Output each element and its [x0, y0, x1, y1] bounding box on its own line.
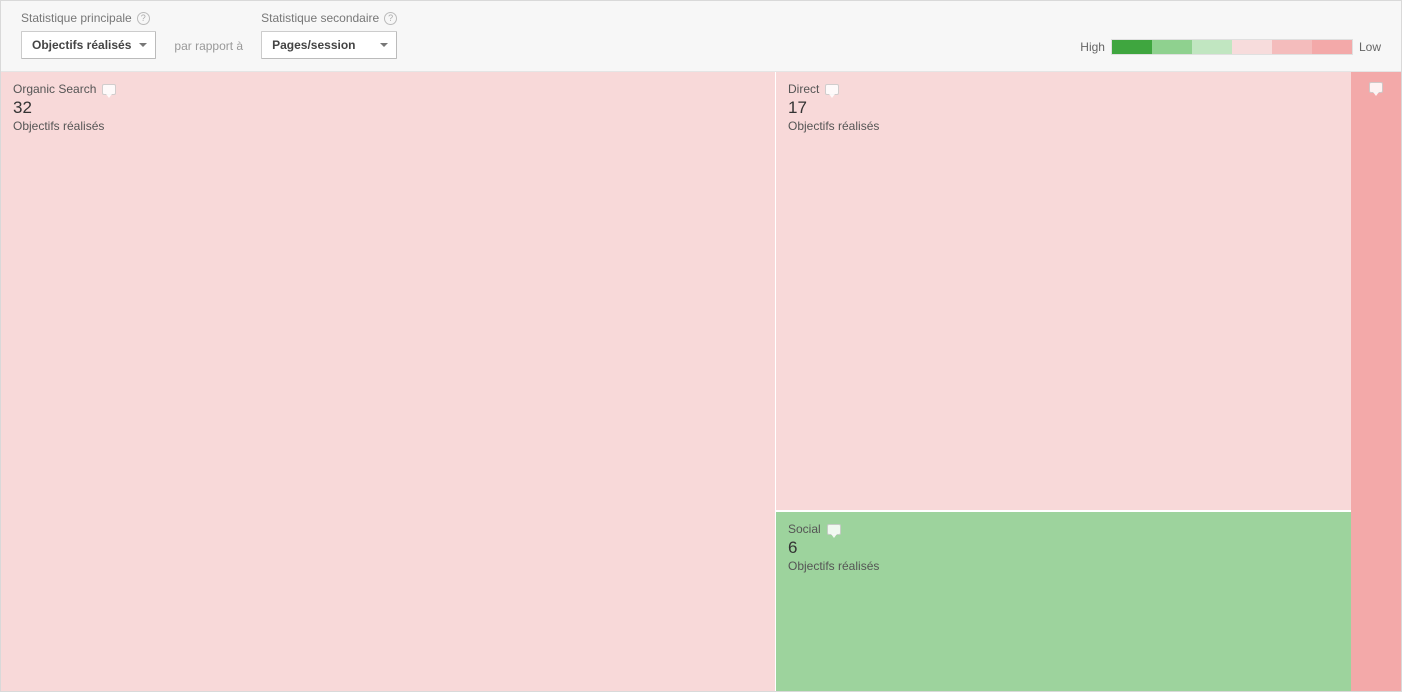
- legend-swatch: [1112, 40, 1152, 54]
- secondary-stat-label: Statistique secondaire: [261, 11, 379, 25]
- cell-title: Organic Search: [13, 82, 96, 96]
- caret-down-icon: [139, 43, 147, 47]
- comment-icon[interactable]: [827, 524, 841, 535]
- legend-swatch: [1272, 40, 1312, 54]
- treemap-cell-social[interactable]: Social 6 Objectifs réalisés: [776, 512, 1351, 691]
- treemap: Organic Search 32 Objectifs réalisés Dir…: [1, 72, 1401, 691]
- treemap-col-left: Organic Search 32 Objectifs réalisés: [1, 72, 776, 691]
- comment-icon[interactable]: [825, 84, 839, 95]
- secondary-stat-group: Statistique secondaire ? Pages/session: [261, 11, 397, 59]
- cell-title-row: Direct: [788, 82, 1339, 96]
- primary-stat-group: Statistique principale ? Objectifs réali…: [21, 11, 156, 59]
- comment-icon[interactable]: [1369, 82, 1383, 93]
- secondary-stat-value: Pages/session: [272, 38, 355, 52]
- help-icon[interactable]: ?: [137, 12, 150, 25]
- compare-label: par rapport à: [174, 39, 243, 59]
- primary-stat-label: Statistique principale: [21, 11, 132, 25]
- legend-swatch: [1312, 40, 1352, 54]
- primary-stat-dropdown[interactable]: Objectifs réalisés: [21, 31, 156, 59]
- cell-value: 17: [788, 98, 1339, 118]
- cell-sub: Objectifs réalisés: [788, 119, 1339, 133]
- secondary-stat-title-row: Statistique secondaire ?: [261, 11, 397, 25]
- help-icon[interactable]: ?: [384, 12, 397, 25]
- color-legend: High Low: [1080, 39, 1381, 59]
- treemap-cell-other[interactable]: [1351, 72, 1401, 691]
- treemap-row-bottom: Social 6 Objectifs réalisés: [776, 512, 1351, 691]
- legend-swatch: [1192, 40, 1232, 54]
- legend-low-label: Low: [1359, 40, 1381, 54]
- cell-value: 32: [13, 98, 763, 118]
- primary-stat-value: Objectifs réalisés: [32, 38, 131, 52]
- cell-title: Social: [788, 522, 821, 536]
- treemap-cell-organic[interactable]: Organic Search 32 Objectifs réalisés: [1, 72, 775, 691]
- treemap-row-top: Direct 17 Objectifs réalisés: [776, 72, 1351, 512]
- cell-sub: Objectifs réalisés: [13, 119, 763, 133]
- caret-down-icon: [380, 43, 388, 47]
- primary-stat-title-row: Statistique principale ?: [21, 11, 156, 25]
- legend-high-label: High: [1080, 40, 1105, 54]
- legend-swatch: [1152, 40, 1192, 54]
- treemap-col-right: Direct 17 Objectifs réalisés Social 6 Ob…: [776, 72, 1351, 691]
- report-frame: Statistique principale ? Objectifs réali…: [0, 0, 1402, 692]
- cell-title: Direct: [788, 82, 819, 96]
- treemap-cell-direct[interactable]: Direct 17 Objectifs réalisés: [776, 72, 1351, 510]
- cell-title-row: Organic Search: [13, 82, 763, 96]
- legend-swatches: [1111, 39, 1353, 55]
- cell-title-row: Social: [788, 522, 1339, 536]
- legend-swatch: [1232, 40, 1272, 54]
- cell-sub: Objectifs réalisés: [788, 559, 1339, 573]
- cell-value: 6: [788, 538, 1339, 558]
- secondary-stat-dropdown[interactable]: Pages/session: [261, 31, 397, 59]
- comment-icon[interactable]: [102, 84, 116, 95]
- toolbar: Statistique principale ? Objectifs réali…: [1, 1, 1401, 72]
